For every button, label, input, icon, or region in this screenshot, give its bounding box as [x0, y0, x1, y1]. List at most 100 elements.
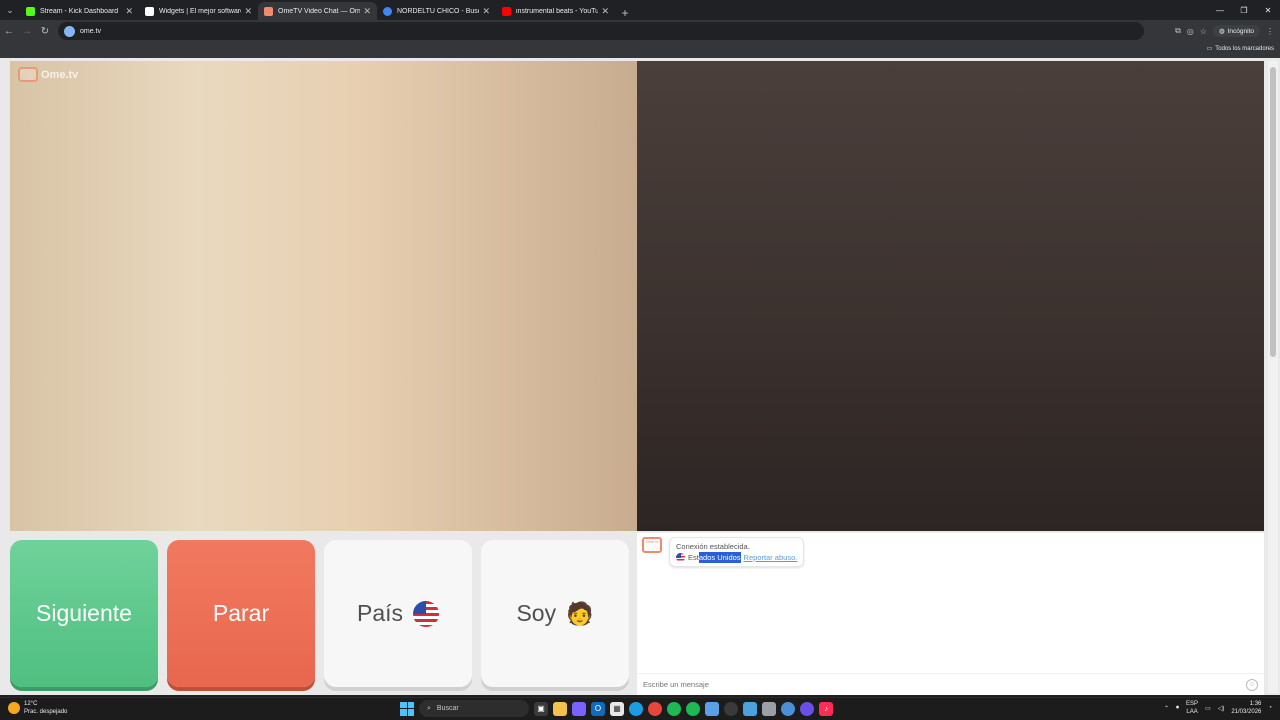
paint-icon[interactable]	[743, 701, 757, 716]
folder-icon: ▭	[1206, 46, 1213, 52]
browser-tab-youtube[interactable]: instrumental beats - YouTube ✕	[496, 2, 615, 20]
system-message: Conexión establecida. Est ados Unidos Rep…	[669, 537, 805, 567]
spotify-icon[interactable]	[667, 701, 681, 716]
star-icon[interactable]: ☆	[1200, 27, 1207, 36]
taskbar-apps: ⌕ Buscar ▣ O ▦ ♪	[400, 700, 833, 717]
kick-icon	[26, 6, 35, 16]
browser-tab-google[interactable]: NORDELTU CHICO - Buscar co ✕	[377, 2, 496, 20]
country-selected-text: ados Unidos	[698, 552, 741, 563]
next-button[interactable]: Siguiente	[10, 540, 158, 687]
emoji-picker-icon[interactable]: ☺	[1246, 678, 1258, 691]
toolbar-right: ⧉ ◎ ☆ ◍ Incógnito ⋮	[1175, 20, 1280, 42]
lang-secondary: LAA	[1186, 709, 1198, 715]
sun-icon	[8, 702, 20, 714]
language-indicator[interactable]: ESP LAA	[1186, 700, 1198, 716]
edge-icon[interactable]	[629, 701, 643, 716]
chat-input-bar: ☺	[637, 673, 1264, 695]
url-text[interactable]: ome.tv	[80, 28, 101, 35]
new-tab-button[interactable]: +	[615, 6, 635, 20]
clock[interactable]: 1:36 21/03/2026	[1231, 700, 1261, 716]
close-icon[interactable]: ✕	[244, 6, 252, 17]
gender-button[interactable]: Soy 🧑	[481, 540, 629, 687]
page-scrollbar[interactable]	[1268, 61, 1278, 693]
close-icon[interactable]: ✕	[125, 6, 133, 17]
stop-label: Parar	[212, 600, 270, 626]
scrollbar-thumb[interactable]	[1270, 67, 1276, 357]
report-abuse-link[interactable]: Reportar abuso.	[744, 552, 798, 563]
us-flag-icon	[413, 600, 440, 627]
microphone-icon[interactable]: ⏺	[1176, 705, 1179, 712]
chevron-up-icon[interactable]: ⌃	[1164, 705, 1169, 712]
browser-tab-ometv[interactable]: OmeTV Video Chat — Ome ✕	[258, 2, 377, 20]
temperature: 12°C	[24, 701, 38, 707]
windows-taskbar: 12°C Prac. despejado ⌕ Buscar ▣ O ▦ ♪ ⌃ …	[0, 697, 1280, 720]
tiktok-icon[interactable]: ♪	[819, 701, 833, 716]
bookmarks-bar: ▭ Todos los marcadores	[0, 42, 1280, 58]
cortana-icon[interactable]	[800, 701, 814, 716]
widgets-icon	[145, 6, 154, 16]
all-bookmarks-button[interactable]: ▭ Todos los marcadores	[1206, 45, 1274, 53]
volume-icon[interactable]: ◁)	[1218, 705, 1225, 712]
display-icon[interactable]: ▭	[1205, 705, 1211, 712]
omnibox[interactable]: ome.tv	[58, 22, 1144, 40]
browser-tab-strip: ⌄ Stream - Kick Dashboard ✕ Widgets | El…	[0, 0, 1280, 20]
tab-title: Widgets | El mejor software pa	[159, 7, 242, 15]
globe-icon[interactable]	[781, 701, 795, 716]
reload-icon[interactable]: ↻	[36, 26, 54, 37]
site-info-icon[interactable]	[64, 25, 75, 37]
logo-text: Ome.tv	[41, 68, 79, 81]
country-line: Est ados Unidos Reportar abuso.	[676, 552, 797, 563]
translate-icon[interactable]: ⧉	[1175, 26, 1181, 36]
copilot-icon[interactable]	[572, 701, 586, 716]
tab-title: NORDELTU CHICO - Buscar co	[397, 7, 479, 15]
tab-title: instrumental beats - YouTube	[516, 7, 599, 15]
incognito-label: Incógnito	[1227, 27, 1254, 35]
tab-title: OmeTV Video Chat — Ome	[278, 7, 361, 15]
tab-search-chevron-icon[interactable]: ⌄	[0, 0, 20, 20]
close-icon[interactable]: ✕	[482, 6, 490, 17]
weather-desc: Prac. despejado	[24, 709, 68, 715]
youtube-icon	[502, 6, 511, 16]
country-label: País	[356, 600, 404, 626]
minimize-icon[interactable]: —	[1208, 0, 1232, 20]
time: 1:36	[1249, 701, 1262, 707]
windows-start-icon[interactable]	[400, 701, 414, 716]
gender-label: Soy	[516, 600, 557, 626]
close-window-icon[interactable]: ✕	[1256, 0, 1280, 20]
chrome-icon[interactable]	[648, 701, 662, 716]
file-explorer-icon[interactable]	[553, 701, 567, 716]
stop-button[interactable]: Parar	[167, 540, 315, 687]
spotify-alt-icon[interactable]	[686, 701, 700, 716]
country-button[interactable]: País	[324, 540, 472, 687]
taskbar-search[interactable]: ⌕ Buscar	[419, 700, 529, 717]
incognito-indicator[interactable]: ◍ Incógnito	[1212, 25, 1260, 37]
lang-primary: ESP	[1186, 701, 1199, 707]
tab-title: Stream - Kick Dashboard	[40, 7, 119, 15]
notepad-icon[interactable]	[705, 701, 719, 716]
eye-off-icon[interactable]: ◎	[1187, 27, 1194, 36]
system-tray: ⌃ ⏺ ESP LAA ▭ ◁) 1:36 21/03/2026 ◔	[1164, 700, 1272, 716]
app-icon[interactable]	[762, 701, 776, 716]
menu-kebab-icon[interactable]: ⋮	[1266, 27, 1274, 36]
chat-panel: Ome tv Conexión establecida. Est ados Uni…	[637, 533, 1264, 695]
browser-tab-kick[interactable]: Stream - Kick Dashboard ✕	[20, 2, 139, 20]
calendar-icon[interactable]: ▦	[610, 701, 624, 716]
close-icon[interactable]: ✕	[363, 6, 371, 17]
google-icon	[383, 6, 392, 16]
next-label: Siguiente	[36, 600, 132, 626]
outlook-icon[interactable]: O	[591, 701, 605, 716]
address-bar-row: ← → ↻ ome.tv ⧉ ◎ ☆ ◍ Incógnito ⋮	[0, 20, 1280, 42]
browser-tab-widgets[interactable]: Widgets | El mejor software pa ✕	[139, 2, 258, 20]
close-icon[interactable]: ✕	[601, 6, 609, 17]
search-icon: ⌕	[427, 704, 431, 712]
date: 21/03/2026	[1231, 709, 1262, 715]
back-arrow-icon[interactable]: ←	[0, 26, 18, 37]
message-input[interactable]	[643, 680, 1246, 689]
ometv-logo: Ome.tv	[18, 67, 78, 82]
maximize-icon[interactable]: ❐	[1232, 0, 1256, 20]
notification-bell-icon[interactable]: ◔	[1268, 705, 1272, 711]
obs-icon[interactable]	[724, 701, 738, 716]
task-view-icon[interactable]: ▣	[534, 701, 548, 716]
forward-arrow-icon[interactable]: →	[18, 26, 36, 37]
weather-widget[interactable]: 12°C Prac. despejado	[8, 700, 67, 716]
